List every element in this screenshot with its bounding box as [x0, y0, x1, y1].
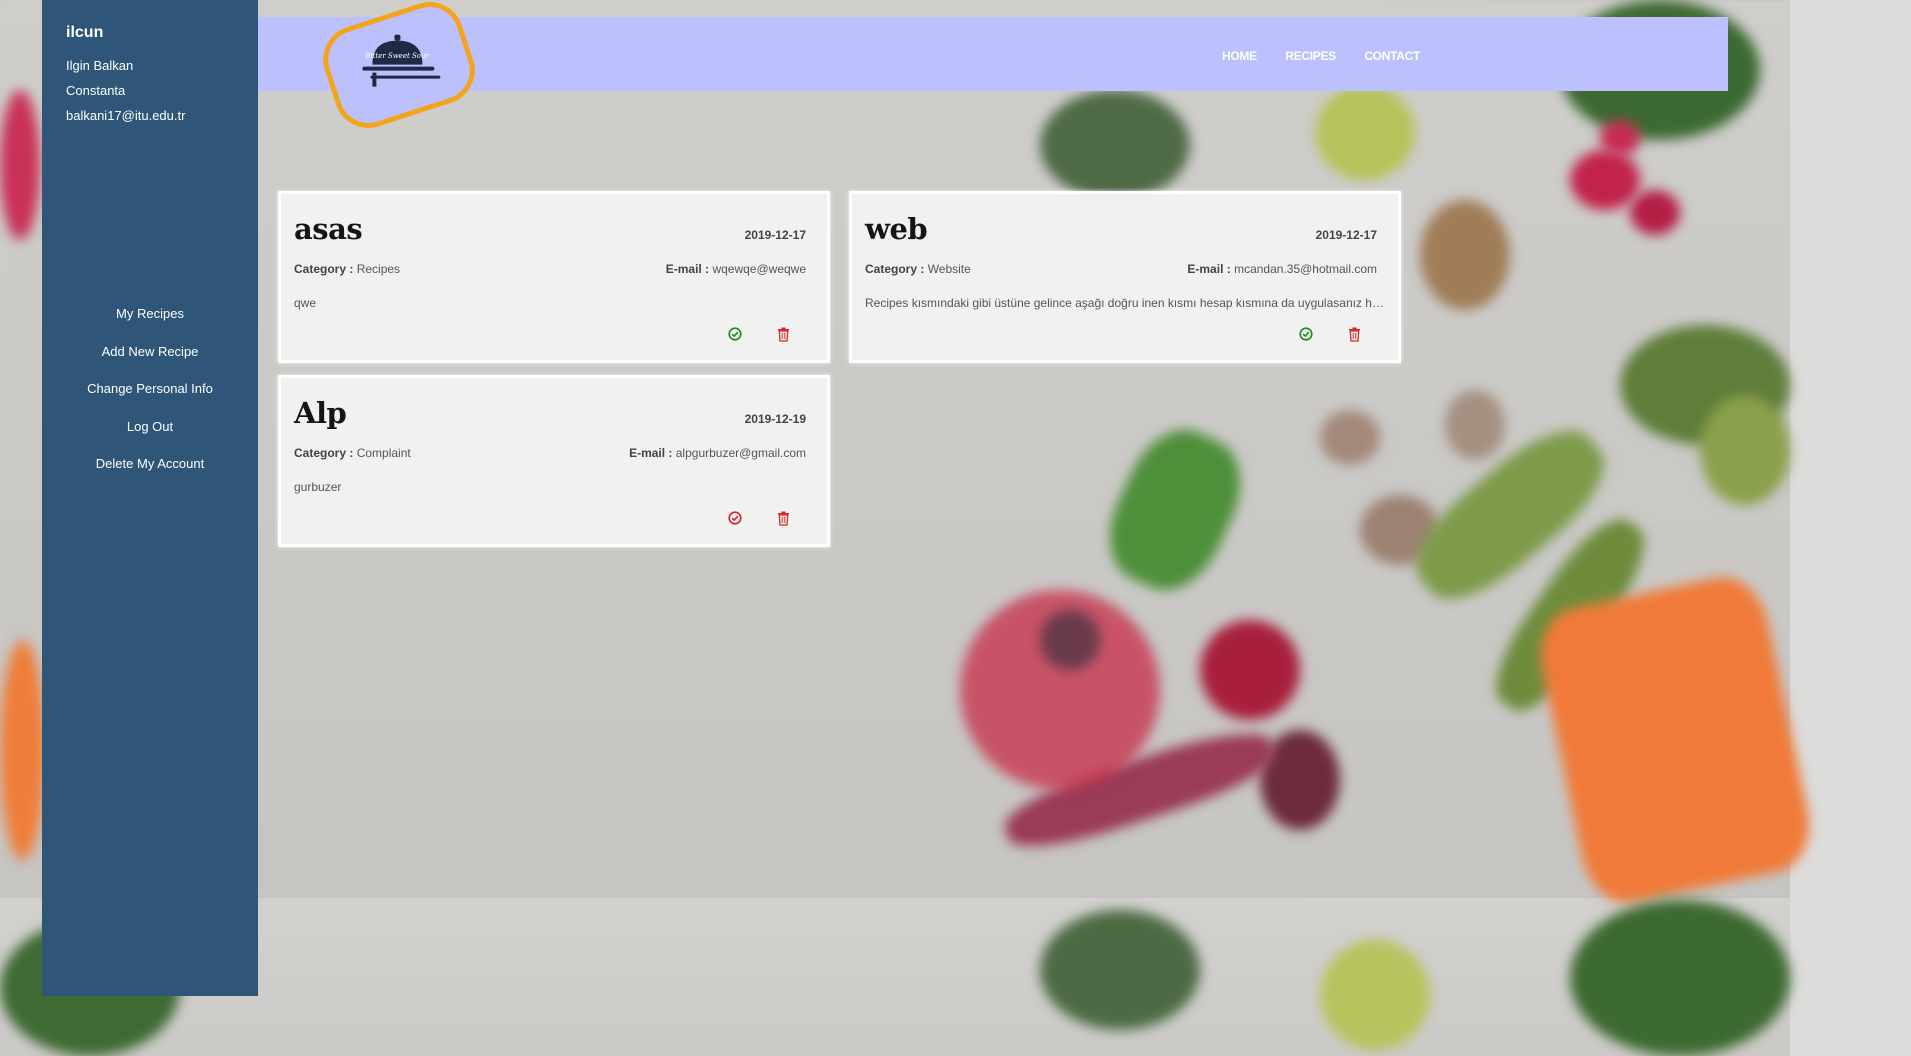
sidebar-item-log-out[interactable]: Log Out — [42, 418, 258, 456]
message-category: Category : Complaint — [294, 446, 411, 460]
email-value: alpgurbuzer@gmail.com — [675, 446, 806, 460]
email-label: E-mail : — [629, 446, 673, 460]
email-label: E-mail : — [1187, 262, 1231, 276]
username: ilcun — [66, 24, 104, 41]
category-value: Recipes — [356, 262, 401, 276]
nav-recipes[interactable]: RECIPES — [1285, 49, 1336, 63]
nav-home[interactable]: HOME — [1222, 49, 1257, 63]
category-label: Category : — [865, 262, 925, 276]
user-city: Constanta — [66, 83, 126, 98]
sidebar-item-my-recipes[interactable]: My Recipes — [42, 305, 258, 343]
message-email: E-mail : alpgurbuzer@gmail.com — [629, 446, 806, 460]
category-value: Website — [927, 262, 971, 276]
email-label: E-mail : — [665, 262, 710, 276]
message-date: 2019-12-17 — [744, 228, 806, 242]
message-title: asas — [294, 212, 363, 246]
message-email: E-mail : mcandan.35@hotmail.com — [1187, 262, 1377, 276]
message-card: asas 2019-12-17 Category : Recipes E-mai… — [278, 191, 830, 363]
trash-icon[interactable] — [773, 324, 793, 344]
sidebar: ilcun Ilgin Balkan Constanta balkani17@i… — [42, 0, 258, 996]
message-category: Category : Website — [865, 262, 971, 276]
trash-icon[interactable] — [1344, 324, 1364, 344]
user-full-name: Ilgin Balkan — [66, 58, 134, 73]
user-email: balkani17@itu.edu.tr — [66, 108, 186, 123]
message-category: Category : Recipes — [294, 262, 400, 276]
nav-contact[interactable]: CONTACT — [1364, 49, 1420, 63]
email-value: mcandan.35@hotmail.com — [1234, 262, 1377, 276]
cloche-icon — [362, 34, 441, 87]
message-card: Alp 2019-12-19 Category : Complaint E-ma… — [278, 375, 830, 547]
message-text: qwe — [294, 296, 317, 310]
main-nav: HOME RECIPES CONTACT — [1222, 47, 1444, 65]
message-text: gurbuzer — [294, 480, 342, 494]
check-circle-icon[interactable] — [725, 508, 745, 528]
check-circle-icon[interactable] — [725, 324, 745, 344]
message-email: E-mail : wqewqe@weqwe — [666, 262, 806, 276]
message-title: Alp — [294, 396, 347, 430]
check-circle-icon[interactable] — [1296, 324, 1316, 344]
category-label: Category : — [294, 446, 354, 460]
message-date: 2019-12-19 — [744, 412, 806, 426]
email-value: wqewqe@weqwe — [712, 262, 806, 276]
sidebar-item-delete-my-account[interactable]: Delete My Account — [42, 455, 258, 493]
category-label: Category : — [294, 262, 354, 276]
sidebar-item-add-new-recipe[interactable]: Add New Recipe — [42, 343, 258, 381]
message-date: 2019-12-17 — [1315, 228, 1377, 242]
message-text: Recipes kısmındaki gibi üstüne gelince a… — [865, 296, 1385, 310]
top-navbar: Bitter Sweet Sour HOME RECIPES CONTACT — [258, 0, 1728, 137]
trash-icon[interactable] — [773, 508, 793, 528]
message-title: web — [865, 212, 928, 246]
sidebar-menu: My Recipes Add New Recipe Change Persona… — [42, 305, 258, 493]
logo-text: Bitter Sweet Sour — [365, 52, 429, 61]
category-value: Complaint — [356, 446, 411, 460]
sidebar-item-change-personal-info[interactable]: Change Personal Info — [42, 380, 258, 418]
message-card: web 2019-12-17 Category : Website E-mail… — [849, 191, 1401, 363]
